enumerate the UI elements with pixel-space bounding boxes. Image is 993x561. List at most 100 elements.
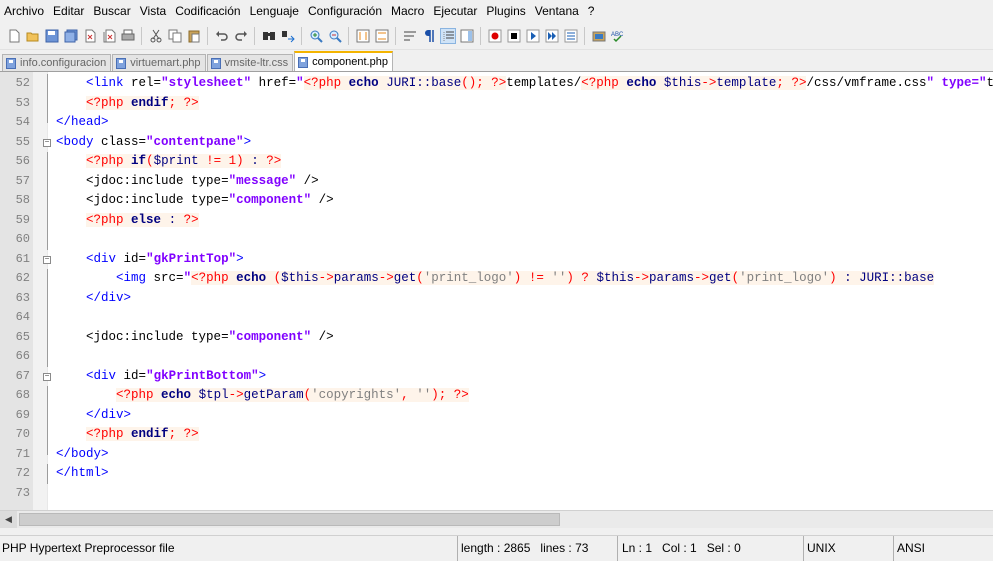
tab-component-php[interactable]: component.php: [294, 51, 393, 71]
word-wrap-icon[interactable]: [402, 28, 418, 44]
menu-ejecutar[interactable]: Ejecutar: [429, 0, 482, 22]
saved-file-icon: [116, 57, 127, 69]
code-line: 52 <link rel="stylesheet" href="<?php ec…: [0, 74, 993, 94]
saved-file-icon: [6, 57, 16, 69]
fold-guide: [47, 386, 48, 406]
code-text: </body>: [56, 446, 109, 461]
print-icon[interactable]: [120, 28, 136, 44]
fold-guide: [47, 269, 48, 289]
run-macro-multiple-icon[interactable]: [544, 28, 560, 44]
paste-icon[interactable]: [186, 28, 202, 44]
line-number: 53: [15, 95, 30, 110]
record-macro-icon[interactable]: [487, 28, 503, 44]
fold-guide: [47, 171, 48, 191]
fold-guide: [47, 210, 48, 230]
fold-guide: [47, 93, 48, 113]
code-line: 68 <?php echo $tpl->getParam('copyrights…: [0, 386, 993, 406]
line-number: 62: [15, 271, 30, 285]
menu-archivo[interactable]: Archivo: [0, 0, 49, 22]
stop-record-icon[interactable]: [506, 28, 522, 44]
menu-plugins[interactable]: Plugins: [482, 0, 530, 22]
code-line: 73: [0, 484, 993, 504]
code-text: <?php endif; ?>: [86, 95, 199, 110]
doc-map-icon[interactable]: [459, 28, 475, 44]
scroll-left-arrow-icon[interactable]: ◀: [0, 511, 17, 528]
tab-info-configuracion[interactable]: info.configuracion: [2, 54, 112, 71]
menu-ventana[interactable]: Ventana: [531, 0, 584, 22]
line-number: 72: [15, 466, 30, 480]
horizontal-scrollbar[interactable]: ◀: [0, 510, 993, 528]
redo-icon[interactable]: [233, 28, 249, 44]
menu-codificacion[interactable]: Codificación: [171, 0, 245, 22]
close-icon[interactable]: [82, 28, 98, 44]
menu-vista[interactable]: Vista: [136, 0, 171, 22]
code-line: 72 </html>: [0, 464, 993, 484]
menu-configuracion[interactable]: Configuración: [304, 0, 387, 22]
run-icon[interactable]: [591, 28, 607, 44]
code-line: 67 − <div id="gkPrintBottom">: [0, 367, 993, 387]
new-file-icon[interactable]: [6, 28, 22, 44]
save-macro-icon[interactable]: [563, 28, 579, 44]
fold-toggle-icon[interactable]: −: [43, 255, 51, 264]
code-line: 54 </head>: [0, 113, 993, 133]
code-line: 55 − <body class="contentpane">: [0, 133, 993, 153]
undo-icon[interactable]: [214, 28, 230, 44]
play-macro-icon[interactable]: [525, 28, 541, 44]
code-line: 53 <?php endif; ?>: [0, 93, 993, 113]
code-editor[interactable]: 52 <link rel="stylesheet" href="<?php ec…: [0, 72, 993, 510]
tab-vmsite-ltr-css[interactable]: vmsite-ltr.css: [206, 54, 294, 71]
zoom-out-icon[interactable]: [327, 28, 343, 44]
find-icon[interactable]: [261, 28, 277, 44]
menu-help[interactable]: ?: [584, 0, 600, 22]
scrollbar-thumb[interactable]: [19, 513, 560, 526]
cut-icon[interactable]: [148, 28, 164, 44]
code-text: <img src="<?php echo ($this->params->get…: [116, 271, 935, 285]
save-icon[interactable]: [44, 28, 60, 44]
line-number: 55: [15, 134, 30, 149]
spellcheck-icon[interactable]: ABC: [610, 28, 626, 44]
tab-label: component.php: [312, 56, 388, 68]
code-line: 64: [0, 308, 993, 328]
toolbar-separator: [207, 26, 208, 45]
fold-toggle-icon[interactable]: −: [43, 138, 51, 147]
line-number: 59: [15, 212, 30, 227]
save-all-icon[interactable]: [63, 28, 79, 44]
toolbar: ABC: [0, 22, 993, 50]
sync-horizontal-icon[interactable]: [374, 28, 390, 44]
menu-macro[interactable]: Macro: [387, 0, 429, 22]
open-file-icon[interactable]: [25, 28, 41, 44]
code-text: <?php else : ?>: [86, 212, 199, 227]
menu-lenguaje[interactable]: Lenguaje: [246, 0, 304, 22]
fold-guide: [47, 152, 48, 172]
saved-file-icon: [298, 56, 309, 68]
line-number: 63: [15, 290, 30, 305]
menu-buscar[interactable]: Buscar: [89, 0, 135, 22]
line-number: 58: [15, 193, 30, 207]
fold-toggle-icon[interactable]: −: [43, 372, 51, 381]
indent-guide-icon[interactable]: [439, 27, 456, 44]
zoom-in-icon[interactable]: [308, 28, 324, 44]
copy-icon[interactable]: [167, 28, 183, 44]
fold-guide: [47, 191, 48, 211]
code-line: 60: [0, 230, 993, 250]
line-number: 57: [15, 173, 30, 188]
status-sel: Sel : 0: [706, 541, 741, 555]
line-number: 56: [15, 154, 30, 168]
sync-vertical-icon[interactable]: [355, 28, 371, 44]
code-text: <div id="gkPrintBottom">: [86, 368, 267, 383]
code-text: <jdoc:include type="component" />: [86, 329, 334, 344]
line-number: 61: [15, 251, 30, 266]
replace-icon[interactable]: [280, 28, 296, 44]
code-line: 58 <jdoc:include type="component" />: [0, 191, 993, 211]
svg-text:ABC: ABC: [611, 32, 624, 38]
code-line: 69 </div>: [0, 405, 993, 425]
tab-virtuemart-php[interactable]: virtuemart.php: [112, 54, 206, 71]
close-all-icon[interactable]: [101, 28, 117, 44]
fold-guide: [47, 425, 48, 445]
status-bar: PHP Hypertext Preprocessor file length :…: [0, 535, 993, 561]
code-text: <?php if($print != 1) : ?>: [86, 154, 282, 168]
code-line: 59 <?php else : ?>: [0, 210, 993, 230]
menu-editar[interactable]: Editar: [49, 0, 89, 22]
fold-guide: [47, 288, 48, 308]
show-all-chars-icon[interactable]: [421, 28, 437, 44]
